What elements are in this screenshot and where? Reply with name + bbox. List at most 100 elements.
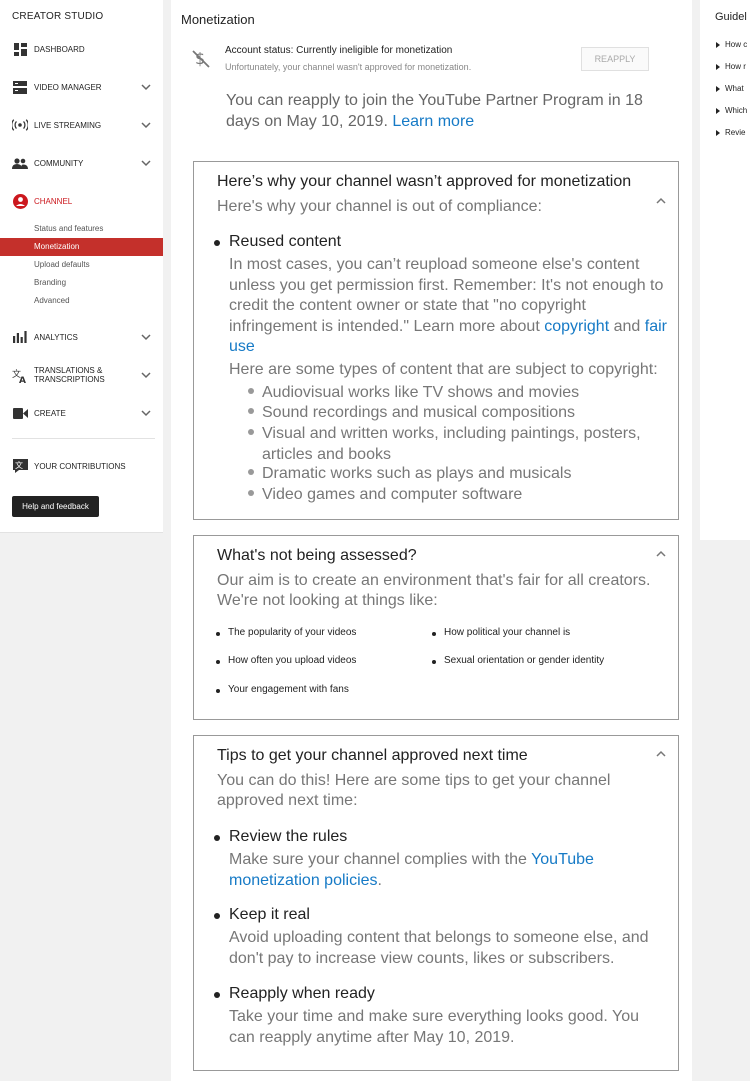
guideline-item[interactable]: Which: [725, 106, 747, 115]
chevron-up-icon[interactable]: [655, 549, 667, 559]
nav-translations[interactable]: 文A TRANSLATIONS & TRANSCRIPTIONS: [0, 363, 163, 387]
nav-create[interactable]: CREATE: [0, 401, 163, 425]
sub-bullet: [248, 490, 254, 496]
card-subheading: Here's why your channel is out of compli…: [217, 198, 542, 215]
nav-dashboard[interactable]: DASHBOARD: [0, 37, 163, 61]
triangle-right-icon[interactable]: [716, 64, 720, 70]
guideline-item[interactable]: What: [725, 84, 744, 93]
card-subheading: You can do this! Here are some tips to g…: [217, 772, 611, 809]
bullet-dot: [214, 240, 220, 246]
reused-content-body: In most cases, you can’t reupload someon…: [229, 255, 674, 358]
sidebar: CREATOR STUDIO DASHBOARD VIDEO MANAGER L…: [0, 0, 163, 533]
nav-label-community: COMMUNITY: [34, 158, 84, 168]
chevron-down-icon[interactable]: [140, 81, 152, 93]
chevron-down-icon[interactable]: [140, 119, 152, 131]
list-item: Visual and written works, including pain…: [262, 425, 641, 463]
copyright-types-intro: Here are some types of content that are …: [229, 361, 658, 378]
sub-upload-defaults[interactable]: Upload defaults: [0, 256, 163, 274]
community-icon: [12, 155, 28, 171]
card-tips: Tips to get your channel approved next t…: [193, 735, 679, 1071]
contributions-icon: 文: [12, 458, 28, 474]
bullet-dot: [432, 632, 436, 636]
guideline-item[interactable]: How c: [725, 40, 747, 49]
card-heading: Here’s why your channel wasn’t approved …: [217, 173, 632, 190]
bullet-dot: [214, 835, 220, 841]
guideline-item[interactable]: Revie: [725, 128, 745, 137]
card-not-assessed: What's not being assessed? Our aim is to…: [193, 535, 679, 720]
no-dollar-icon: $: [192, 49, 210, 68]
reapply-message: You can reapply to join the YouTube Part…: [226, 90, 676, 132]
tip-title: Reapply when ready: [229, 985, 375, 1002]
chevron-up-icon[interactable]: [655, 196, 667, 206]
page-title: Monetization: [181, 12, 255, 27]
and-text: and: [613, 317, 641, 335]
sub-status-and-features[interactable]: Status and features: [0, 220, 163, 238]
nav-label-your-contributions: YOUR CONTRIBUTIONS: [34, 461, 126, 471]
nav-channel[interactable]: CHANNEL: [0, 189, 163, 213]
account-status-detail: Unfortunately, your channel wasn't appro…: [225, 62, 472, 72]
bullet-dot: [214, 992, 220, 998]
svg-text:A: A: [19, 376, 26, 383]
list-item: Audiovisual works like TV shows and movi…: [262, 384, 580, 401]
bullet-dot: [432, 660, 436, 664]
list-item: Your engagement with fans: [228, 684, 349, 695]
list-item: How often you upload videos: [228, 655, 357, 666]
triangle-right-icon[interactable]: [716, 108, 720, 114]
card-why-not-approved: Here’s why your channel wasn’t approved …: [193, 161, 679, 520]
tip-body-text: Make sure your channel complies with the: [229, 851, 527, 868]
list-item: The popularity of your videos: [228, 627, 357, 638]
nav-your-contributions[interactable]: 文 YOUR CONTRIBUTIONS: [0, 454, 163, 478]
nav-analytics[interactable]: ANALYTICS: [0, 325, 163, 349]
bullet-dot: [214, 913, 220, 919]
analytics-icon: [12, 329, 28, 345]
nav-live-streaming[interactable]: LIVE STREAMING: [0, 113, 163, 137]
tip-body-period: .: [377, 871, 382, 889]
sub-monetization[interactable]: Monetization: [0, 238, 163, 256]
card-heading: Tips to get your channel approved next t…: [217, 747, 528, 764]
nav-video-manager[interactable]: VIDEO MANAGER: [0, 75, 163, 99]
triangle-right-icon[interactable]: [716, 42, 720, 48]
nav-label-create: CREATE: [34, 408, 66, 418]
tip-title: Keep it real: [229, 906, 310, 923]
video-manager-icon: [12, 79, 28, 95]
tip-body: Avoid uploading content that belongs to …: [229, 929, 649, 967]
card-heading: What's not being assessed?: [217, 547, 417, 564]
chevron-down-icon[interactable]: [140, 369, 152, 381]
channel-icon: [12, 193, 28, 209]
main-content: Monetization $ Account status: Currently…: [171, 0, 692, 1081]
guidelines-panel: Guidel How c How r What Which Revie: [700, 0, 750, 540]
reapply-button[interactable]: REAPPLY: [581, 47, 649, 71]
bullet-dot: [216, 632, 220, 636]
sidebar-divider: [12, 438, 155, 439]
scrollbar[interactable]: [692, 0, 700, 550]
list-item: Sexual orientation or gender identity: [444, 655, 605, 666]
translate-icon: 文A: [12, 367, 28, 383]
nav-label-translations: TRANSLATIONS & TRANSCRIPTIONS: [34, 366, 105, 384]
nav-label-dashboard: DASHBOARD: [34, 44, 85, 54]
sub-bullet: [248, 469, 254, 475]
card-subheading: Our aim is to create an environment that…: [217, 572, 651, 609]
nav-community[interactable]: COMMUNITY: [0, 151, 163, 175]
chevron-down-icon[interactable]: [140, 331, 152, 343]
triangle-right-icon[interactable]: [716, 130, 720, 136]
sub-advanced[interactable]: Advanced: [0, 292, 163, 310]
bullet-dot: [216, 660, 220, 664]
dashboard-icon: [12, 41, 28, 57]
sub-branding[interactable]: Branding: [0, 274, 163, 292]
list-item: Dramatic works such as plays and musical…: [262, 465, 572, 482]
chevron-down-icon[interactable]: [140, 407, 152, 419]
nav-label-analytics: ANALYTICS: [34, 332, 78, 342]
help-and-feedback-button[interactable]: Help and feedback: [12, 496, 99, 517]
bullet-dot: [216, 689, 220, 693]
chevron-up-icon[interactable]: [655, 749, 667, 759]
guideline-item[interactable]: How r: [725, 62, 746, 71]
tip-title: Review the rules: [229, 828, 348, 845]
triangle-right-icon[interactable]: [716, 86, 720, 92]
tip-body: Take your time and make sure everything …: [229, 1008, 640, 1046]
list-item: Video games and computer software: [262, 486, 523, 503]
account-status: Account status: Currently ineligible for…: [225, 45, 453, 56]
chevron-down-icon[interactable]: [140, 157, 152, 169]
learn-more-link[interactable]: Learn more: [392, 113, 474, 130]
copyright-link[interactable]: copyright: [544, 318, 609, 335]
tip-body: Make sure your channel complies with the…: [229, 850, 659, 891]
